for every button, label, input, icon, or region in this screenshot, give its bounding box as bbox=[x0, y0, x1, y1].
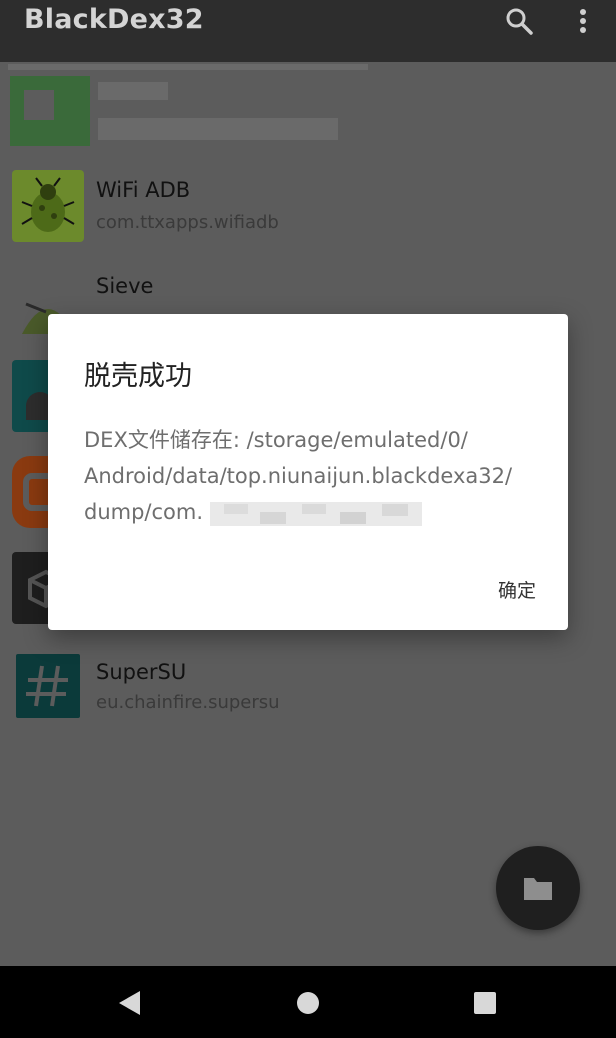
home-icon[interactable] bbox=[293, 988, 323, 1018]
redacted-package-name bbox=[209, 502, 422, 526]
dialog-ok-button[interactable]: 确定 bbox=[498, 576, 536, 603]
dialog-message-line-2: Android/data/top.niunaijun.blackdexa32/ bbox=[84, 464, 513, 488]
list-item[interactable]: WiFi ADB com.ttxapps.wifiadb bbox=[0, 162, 616, 258]
dialog-title: 脱壳成功 bbox=[84, 361, 192, 392]
app-bar: BlackDex32 bbox=[0, 0, 616, 62]
search-icon[interactable] bbox=[504, 6, 534, 36]
recents-icon[interactable] bbox=[470, 988, 500, 1018]
folder-icon bbox=[524, 878, 552, 900]
dialog-message: DEX文件储存在: /storage/emulated/0/ Android/d… bbox=[84, 422, 544, 530]
app-name: SuperSU bbox=[96, 660, 187, 684]
folder-fab-button[interactable] bbox=[496, 846, 580, 930]
navigation-bar bbox=[0, 966, 616, 1038]
dialog-message-path-prefix: dump/com. bbox=[84, 500, 204, 524]
app-package: eu.chainfire.supersu bbox=[96, 692, 280, 713]
bug-icon bbox=[12, 170, 84, 242]
dialog-message-line-1: DEX文件储存在: /storage/emulated/0/ bbox=[84, 428, 468, 452]
back-icon[interactable] bbox=[114, 988, 144, 1018]
list-item[interactable] bbox=[0, 62, 616, 158]
app-package: com.ttxapps.wifiadb bbox=[96, 212, 279, 233]
success-dialog: 脱壳成功 DEX文件储存在: /storage/emulated/0/ Andr… bbox=[48, 314, 568, 630]
dialog-message-line-3: dump/com. bbox=[84, 494, 544, 530]
blurred-app-icon bbox=[8, 64, 368, 146]
more-vert-icon[interactable] bbox=[568, 6, 598, 36]
hash-icon bbox=[16, 654, 80, 718]
app-name: WiFi ADB bbox=[96, 178, 191, 202]
list-item[interactable]: SuperSU eu.chainfire.supersu bbox=[0, 642, 616, 738]
app-title: BlackDex32 bbox=[24, 4, 204, 35]
app-name: Sieve bbox=[96, 274, 154, 298]
